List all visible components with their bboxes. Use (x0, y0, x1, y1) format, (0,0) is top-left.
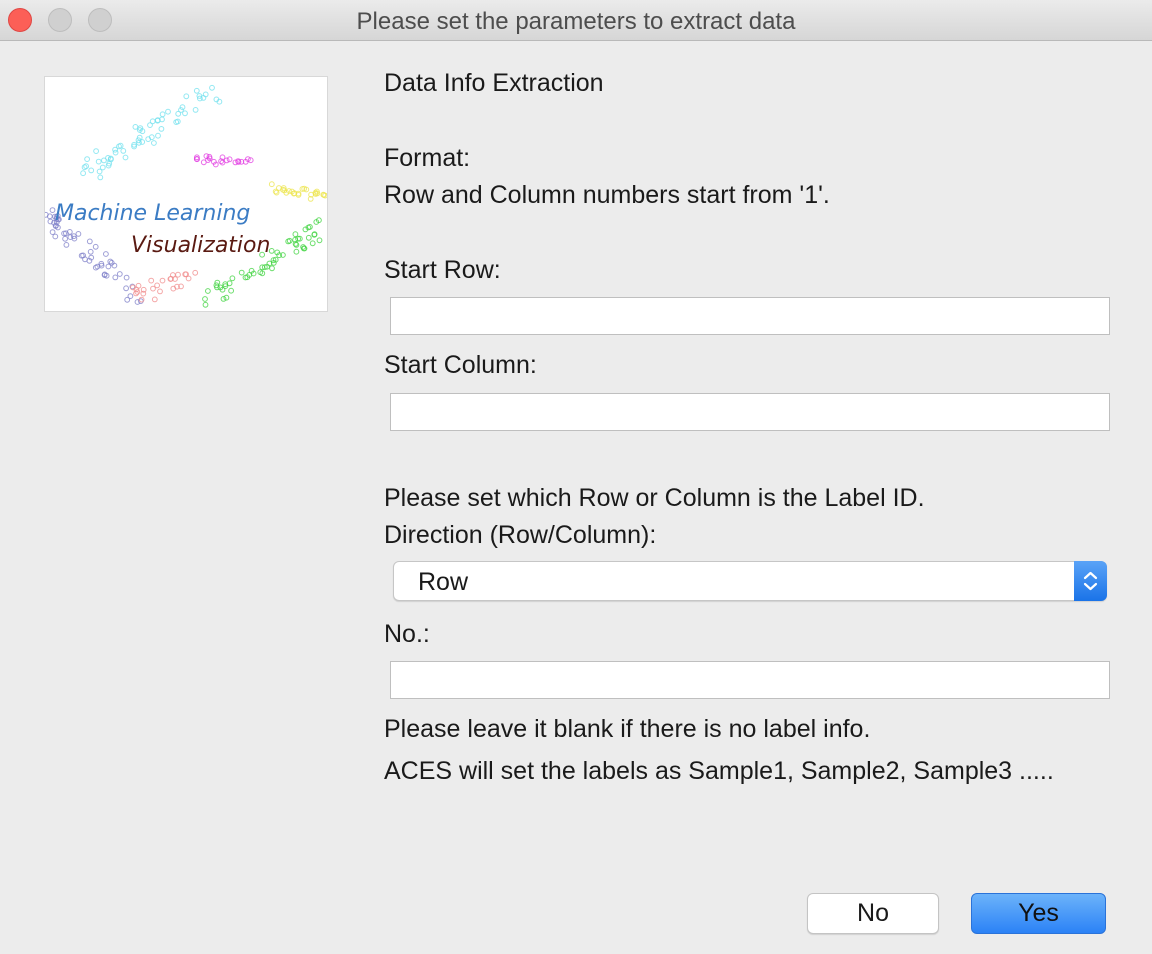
logo-scatter-dot (124, 296, 131, 303)
logo-scatter-dot (86, 238, 93, 245)
no-button[interactable]: No (807, 893, 939, 934)
logo-line1: Machine Learning (55, 201, 250, 226)
logo-scatter-dot (52, 233, 59, 240)
machine-learning-visualization-logo: Machine Learning Visualization (44, 76, 328, 312)
logo-scatter-dot (228, 287, 235, 294)
logo-scatter-dot (92, 243, 99, 250)
start-row-input[interactable] (390, 297, 1110, 335)
logo-scatter-dot (268, 181, 275, 188)
logo-scatter-dot (151, 296, 158, 303)
logo-scatter-dot (88, 167, 95, 174)
yes-button[interactable]: Yes (971, 893, 1106, 934)
logo-scatter-dot (132, 124, 139, 130)
logo-scatter-dot (276, 185, 282, 191)
logo-scatter-dot (202, 296, 208, 302)
logo-scatter-dot (269, 265, 275, 272)
logo-scatter-dot (123, 274, 130, 281)
format-note: Row and Column numbers start from '1'. (384, 181, 830, 209)
blank-note: Please leave it blank if there is no lab… (384, 715, 871, 743)
logo-scatter-dot (84, 156, 90, 162)
logo-scatter-dot (159, 277, 166, 284)
logo-scatter-dot (62, 235, 69, 242)
logo-scatter-dot (149, 118, 156, 125)
logo-scatter-dot (80, 170, 86, 177)
logo-scatter-dot (75, 231, 82, 237)
logo-scatter-dot (49, 229, 56, 236)
logo-scatter-dot (165, 108, 171, 115)
logo-scatter-dot (120, 148, 127, 154)
logo-scatter-dot (158, 126, 165, 132)
logo-scatter-dot (200, 159, 207, 166)
logo-scatter-dot (151, 140, 157, 146)
logo-scatter-dot (87, 248, 94, 255)
logo-scatter-dot (123, 285, 129, 292)
logo-scatter-dot (192, 107, 199, 113)
label-id-note: Please set which Row or Column is the La… (384, 484, 925, 512)
window-title: Please set the parameters to extract dat… (356, 8, 796, 35)
logo-scatter-dot (220, 296, 227, 302)
logo-scatter-dot (193, 87, 200, 94)
format-label: Format: (384, 144, 471, 172)
direction-selected-value: Row (418, 568, 469, 596)
logo-scatter-dot (105, 263, 112, 270)
logo-scatter-dot (309, 240, 316, 247)
logo-scatter-dot (159, 111, 166, 118)
start-column-input[interactable] (390, 393, 1110, 431)
logo-scatter-dot (223, 294, 230, 301)
logo-scatter-dot (112, 274, 119, 281)
no-label: No.: (384, 620, 430, 648)
logo-scatter-dot (96, 168, 103, 175)
start-column-label: Start Column: (384, 351, 537, 379)
logo-scatter-dot (202, 301, 209, 308)
logo-scatter-dot (226, 156, 233, 163)
logo-scatter-dot (205, 288, 211, 294)
logo-scatter-dot (111, 262, 118, 269)
logo-scatter-dot (97, 174, 104, 181)
logo-scatter-dot (101, 157, 107, 164)
logo-scatter-dot (45, 211, 49, 218)
logo-scatter-dot (155, 132, 161, 139)
logo-scatter-dot (238, 269, 245, 276)
logo-scatter-dot (103, 251, 109, 257)
aces-note: ACES will set the labels as Sample1, Sam… (384, 757, 1054, 785)
label-number-input[interactable] (390, 661, 1110, 699)
logo-scatter-dot (150, 285, 156, 292)
logo-scatter-dot (293, 248, 300, 255)
logo-line2: Visualization (131, 233, 270, 258)
logo-scatter-dot (157, 288, 163, 295)
form-heading: Data Info Extraction (384, 69, 604, 97)
logo-scatter-dot (305, 234, 312, 241)
logo-scatter-dot (229, 275, 236, 282)
logo-scatter-dot (63, 242, 70, 248)
logo-scatter-dot (148, 277, 155, 284)
logo-scatter-dot (122, 154, 129, 161)
logo-scatter-dot (93, 148, 99, 154)
logo-scatter-dot (183, 93, 190, 100)
title-bar: Please set the parameters to extract dat… (0, 0, 1152, 41)
direction-select[interactable]: Row (393, 561, 1107, 601)
logo-scatter-dot (185, 275, 192, 282)
logo-scatter-dot (95, 158, 102, 165)
logo-scatter-dot (112, 146, 118, 153)
select-arrows-icon[interactable] (1074, 561, 1107, 601)
logo-scatter-dot (192, 269, 199, 276)
logo-scatter-dot (292, 231, 299, 238)
logo-scatter-dot (135, 282, 142, 289)
logo-scatter-dot (116, 271, 123, 277)
logo-scatter-dot (209, 84, 215, 91)
logo-scatter-dot (175, 271, 181, 278)
logo-scatter-dot (316, 237, 323, 244)
direction-label: Direction (Row/Column): (384, 521, 657, 549)
start-row-label: Start Row: (384, 256, 501, 284)
logo-scatter-dot (83, 163, 89, 170)
